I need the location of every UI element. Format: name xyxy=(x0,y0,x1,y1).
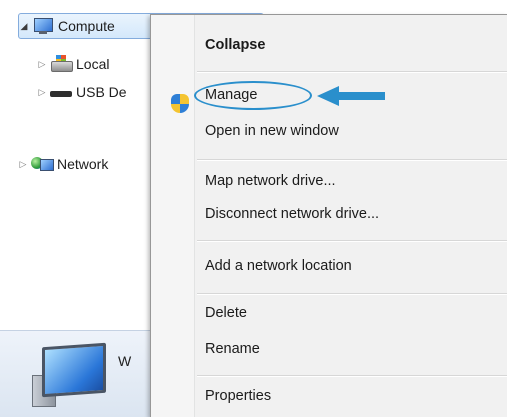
details-pane-text: W xyxy=(118,353,132,369)
collapsed-arrow-icon[interactable]: ▷ xyxy=(37,87,47,98)
menu-item-collapse[interactable]: Collapse xyxy=(205,37,265,53)
menu-item-map-network-drive[interactable]: Map network drive... xyxy=(205,173,336,189)
tree-item-usb[interactable]: ▷ USB De xyxy=(37,80,127,104)
tree-item-label: Network xyxy=(57,156,109,172)
tree-item-network[interactable]: ▷ Network xyxy=(18,152,109,176)
expanded-arrow-icon[interactable]: ◢ xyxy=(19,21,29,32)
tree-item-label: Local xyxy=(76,56,110,72)
details-pane: W xyxy=(0,330,150,417)
menu-item-open-in-new-window[interactable]: Open in new window xyxy=(205,123,339,139)
computer-large-icon xyxy=(32,342,110,407)
menu-separator xyxy=(197,293,507,295)
local-drive-icon xyxy=(50,55,73,73)
menu-icon-gutter xyxy=(151,15,195,417)
menu-item-disconnect-network-drive[interactable]: Disconnect network drive... xyxy=(205,206,379,222)
menu-separator xyxy=(197,240,507,242)
menu-item-delete[interactable]: Delete xyxy=(205,305,247,321)
menu-separator xyxy=(197,375,507,377)
menu-item-properties[interactable]: Properties xyxy=(205,388,271,404)
menu-item-rename[interactable]: Rename xyxy=(205,341,260,357)
menu-separator xyxy=(197,71,507,73)
pointer-arrow-icon xyxy=(317,86,385,106)
network-icon xyxy=(31,155,54,173)
tree-item-label: Compute xyxy=(58,18,115,34)
tree-item-label: USB De xyxy=(76,84,127,100)
context-menu: Collapse Manage Open in new window Map n… xyxy=(150,14,507,417)
computer-icon xyxy=(32,17,54,35)
menu-separator xyxy=(197,159,507,161)
collapsed-arrow-icon[interactable]: ▷ xyxy=(37,59,47,70)
uac-shield-icon xyxy=(171,94,189,114)
collapsed-arrow-icon[interactable]: ▷ xyxy=(18,159,28,170)
usb-drive-icon xyxy=(50,83,72,101)
menu-item-add-network-location[interactable]: Add a network location xyxy=(205,258,352,274)
tree-item-local[interactable]: ▷ Local xyxy=(37,52,109,76)
highlight-ellipse xyxy=(194,81,312,110)
